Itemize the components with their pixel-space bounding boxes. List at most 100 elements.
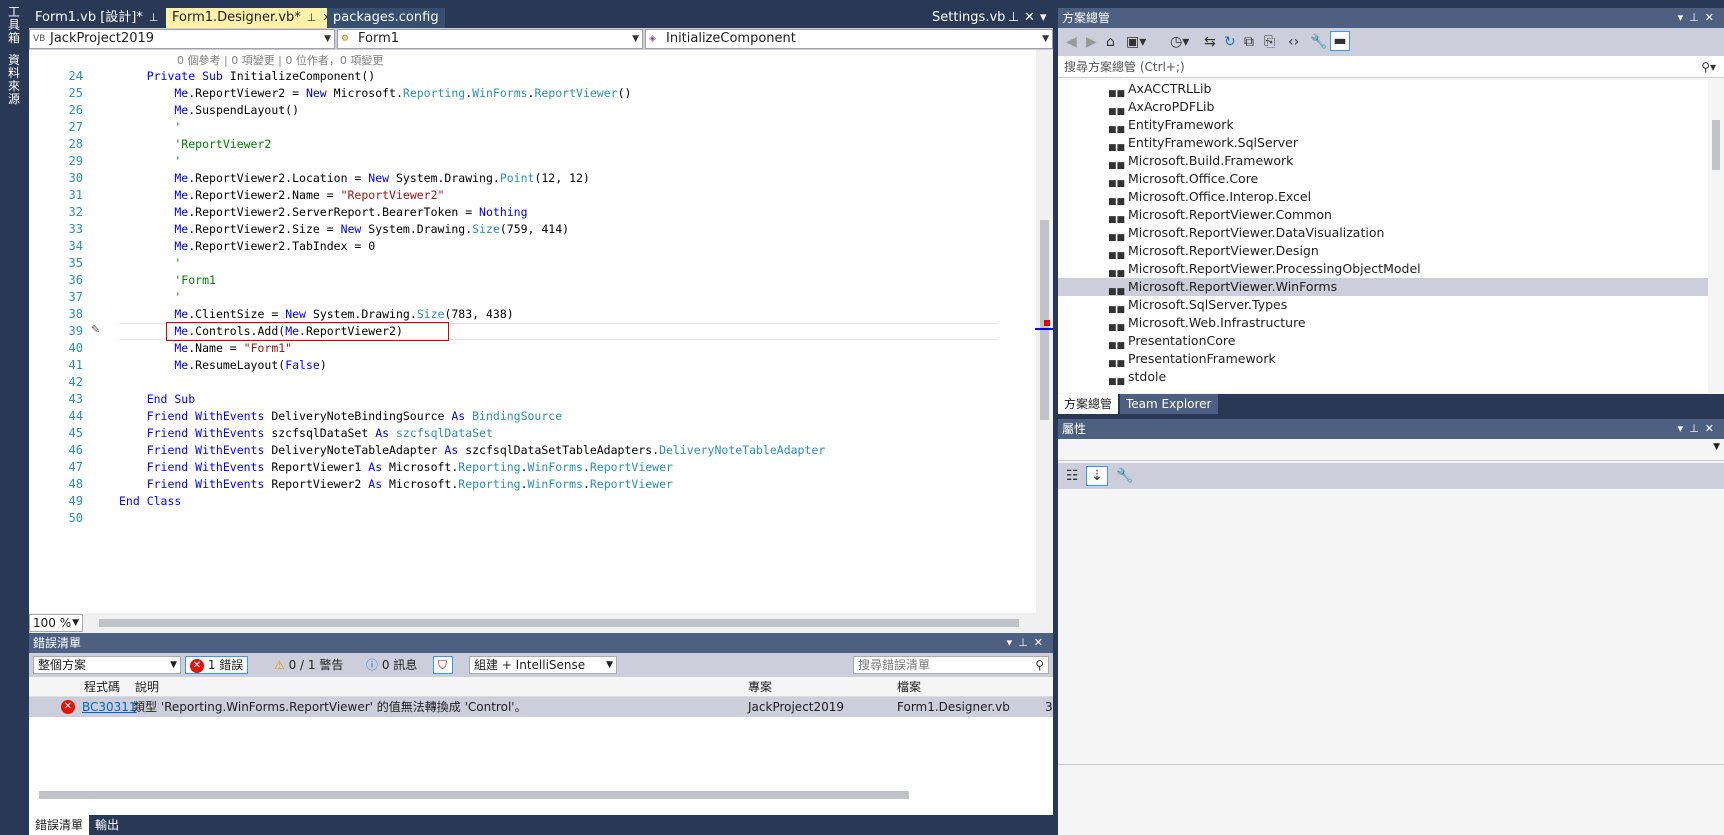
categorized-icon[interactable]: ☷ xyxy=(1066,468,1079,484)
code-line[interactable]: Me.SuspendLayout() xyxy=(119,102,299,119)
code-line[interactable]: Me.ReportViewer2.Name = "ReportViewer2" xyxy=(119,187,444,204)
warnings-filter-button[interactable]: ⚠ 0 / 1 警告 xyxy=(269,656,348,674)
code-line[interactable]: 'ReportViewer2 xyxy=(119,136,271,153)
column-header-file[interactable]: 檔案 xyxy=(897,677,921,697)
code-line[interactable]: Me.Name = "Form1" xyxy=(119,340,292,357)
reference-item[interactable]: ■■ Microsoft.ReportViewer.ProcessingObjec… xyxy=(1058,260,1708,279)
class-dropdown[interactable]: ⚙ Form1 ▼ xyxy=(337,29,643,49)
column-header-code[interactable]: 程式碼 xyxy=(84,677,120,697)
column-header-description[interactable]: 說明 xyxy=(135,677,159,697)
sync-icon[interactable]: ⇆ xyxy=(1204,34,1216,50)
back-icon[interactable]: ◀ xyxy=(1066,34,1077,50)
scope-dropdown[interactable]: 整個方案 ▼ xyxy=(33,656,181,674)
codelens-hint[interactable]: 0 個參考 | 0 項變更 | 0 位作者，0 項變更 xyxy=(177,52,383,69)
object-selector-dropdown[interactable]: ▼ xyxy=(1058,439,1724,461)
property-pages-icon[interactable]: 🔧 xyxy=(1116,468,1133,484)
tab-error-list[interactable]: 錯誤清單 xyxy=(29,815,90,835)
panel-controls[interactable]: ▾⊥✕ xyxy=(1007,633,1049,653)
tab-output[interactable]: 輸出 xyxy=(89,815,125,835)
show-all-files-icon[interactable]: ⎘ xyxy=(1264,34,1275,50)
filter-icon[interactable]: ⛉ xyxy=(433,656,453,674)
reference-item[interactable]: ■■ stdole xyxy=(1058,368,1708,387)
data-sources-tab[interactable]: 資料來源 xyxy=(6,54,22,106)
editor-vertical-scrollbar[interactable] xyxy=(1036,50,1053,613)
properties-wrench-icon[interactable]: 🔧 xyxy=(1310,34,1327,50)
member-dropdown[interactable]: ◈ InitializeComponent ▼ xyxy=(645,29,1053,49)
code-line[interactable]: Friend WithEvents ReportViewer2 As Micro… xyxy=(119,476,673,493)
code-line[interactable]: Me.ReportViewer2 = New Microsoft.Reporti… xyxy=(119,85,631,102)
home-icon[interactable]: ⌂ xyxy=(1106,34,1115,50)
reference-item[interactable]: ■■ PresentationFramework xyxy=(1058,350,1708,369)
reference-item[interactable]: ■■ AxACCTRLLib xyxy=(1058,80,1708,99)
edit-pencil-icon[interactable]: ✎ xyxy=(91,323,100,336)
reference-item[interactable]: ■■ Microsoft.ReportViewer.DataVisualizati… xyxy=(1058,224,1708,243)
switch-views-icon[interactable]: ▣▾ xyxy=(1126,34,1146,50)
code-line[interactable]: ' xyxy=(119,153,181,170)
code-line[interactable]: Friend WithEvents ReportViewer1 As Micro… xyxy=(119,459,673,476)
view-code-icon[interactable]: ‹› xyxy=(1288,34,1299,50)
errors-filter-button[interactable]: ✕ 1 錯誤 xyxy=(185,656,249,674)
code-line[interactable]: Me.ResumeLayout(False) xyxy=(119,357,326,374)
build-filter-dropdown[interactable]: 組建 + IntelliSense ▼ xyxy=(469,656,617,674)
tab-packages-config[interactable]: packages.config xyxy=(327,8,445,28)
code-editor[interactable]: 24 25 26 27 28 29 30 31 32 33 34 35 36 37 38 39 40 41 42 43… xyxy=(29,50,1053,633)
tab-solution-explorer[interactable]: 方案總管 xyxy=(1058,394,1119,414)
column-header-project[interactable]: 專案 xyxy=(748,677,772,697)
reference-item[interactable]: ■■ Microsoft.ReportViewer.Design xyxy=(1058,242,1708,261)
refresh-icon[interactable]: ↻ xyxy=(1224,34,1236,50)
error-search-input[interactable]: 搜尋錯誤清單 ⚲ xyxy=(853,656,1049,674)
error-row[interactable]: ✕ BC30311 類型 'Reporting.WinForms.ReportV… xyxy=(29,697,1053,717)
code-line[interactable]: ' xyxy=(119,289,181,306)
code-line[interactable]: Friend WithEvents DeliveryNoteBindingSou… xyxy=(119,408,562,425)
code-line[interactable]: Me.ClientSize = New System.Drawing.Size(… xyxy=(119,306,513,323)
reference-item[interactable]: ■■ AxAcroPDFLib xyxy=(1058,98,1708,117)
pending-changes-icon[interactable]: ◷▾ xyxy=(1170,34,1189,50)
collapse-all-icon[interactable]: ⧉ xyxy=(1244,34,1254,50)
error-code-link[interactable]: BC30311 xyxy=(82,697,137,717)
reference-item[interactable]: ■■ Microsoft.SqlServer.Types xyxy=(1058,296,1708,315)
reference-item[interactable]: ■■ Microsoft.ReportViewer.WinForms xyxy=(1058,278,1708,297)
chevron-down-icon[interactable]: ▾ xyxy=(1038,8,1049,28)
reference-item[interactable]: ■■ PresentationCore xyxy=(1058,332,1708,351)
property-grid[interactable] xyxy=(1058,489,1724,759)
forward-icon[interactable]: ▶ xyxy=(1086,34,1097,50)
project-dropdown[interactable]: VB JackProject2019 ▼ xyxy=(29,29,335,49)
code-line[interactable]: Private Sub InitializeComponent() xyxy=(119,68,376,85)
messages-filter-button[interactable]: ⓘ 0 訊息 xyxy=(361,656,422,674)
reference-item[interactable]: ■■ Microsoft.ReportViewer.Common xyxy=(1058,206,1708,225)
scroll-thumb[interactable] xyxy=(1712,120,1720,170)
code-line[interactable]: End Class xyxy=(119,493,181,510)
reference-item[interactable]: ■■ Microsoft.Web.Infrastructure xyxy=(1058,314,1708,333)
error-list-hscroll[interactable] xyxy=(39,791,909,799)
close-icon[interactable]: ✕ xyxy=(1022,8,1037,28)
reference-item[interactable]: ■■ EntityFramework.SqlServer xyxy=(1058,134,1708,153)
solution-tree[interactable]: ■■ AxACCTRLLib ■■ AxAcroPDFLib ■■ EntityFrame… xyxy=(1058,80,1708,393)
tab-settings[interactable]: Settings.vb xyxy=(926,8,1011,28)
pin-icon[interactable]: ⊥ xyxy=(307,8,317,28)
code-line[interactable]: Friend WithEvents szcfsqlDataSet As szcf… xyxy=(119,425,493,442)
tab-form1-design[interactable]: Form1.vb [設計]* ⊥ xyxy=(29,8,164,28)
code-line[interactable]: Friend WithEvents DeliveryNoteTableAdapt… xyxy=(119,442,826,459)
tab-form1-designer[interactable]: Form1.Designer.vb*⊥✕ xyxy=(166,8,338,28)
code-line[interactable]: Me.ReportViewer2.Size = New System.Drawi… xyxy=(119,221,569,238)
code-line[interactable]: Me.ReportViewer2.TabIndex = 0 xyxy=(119,238,375,255)
toolbox-tab[interactable]: 工具箱 xyxy=(6,6,22,45)
code-line[interactable]: ' xyxy=(119,119,181,136)
code-line[interactable]: 'Form1 xyxy=(119,272,216,289)
reference-item[interactable]: ■■ Microsoft.Office.Interop.Excel xyxy=(1058,188,1708,207)
preview-icon[interactable]: ▬ xyxy=(1330,31,1350,51)
reference-item[interactable]: ■■ Microsoft.Build.Framework xyxy=(1058,152,1708,171)
zoom-dropdown[interactable]: 100 % ▼ xyxy=(29,614,83,632)
reference-item[interactable]: ■■ Microsoft.Office.Core xyxy=(1058,170,1708,189)
reference-item[interactable]: ■■ EntityFramework xyxy=(1058,116,1708,135)
code-line[interactable]: ' xyxy=(119,255,181,272)
panel-controls[interactable]: ▾⊥✕ xyxy=(1678,8,1720,28)
solution-search-input[interactable]: 搜尋方案總管 (Ctrl+;) ⚲▾ xyxy=(1058,56,1724,78)
solution-vertical-scrollbar[interactable] xyxy=(1708,80,1724,393)
pin-icon[interactable]: ⊥ xyxy=(1006,8,1021,28)
code-line[interactable]: End Sub xyxy=(119,391,195,408)
horizontal-scrollbar[interactable] xyxy=(99,619,1019,627)
tab-team-explorer[interactable]: Team Explorer xyxy=(1120,394,1218,414)
pin-icon[interactable]: ⊥ xyxy=(149,8,159,28)
code-line[interactable]: Me.ReportViewer2.ServerReport.BearerToke… xyxy=(119,204,527,221)
